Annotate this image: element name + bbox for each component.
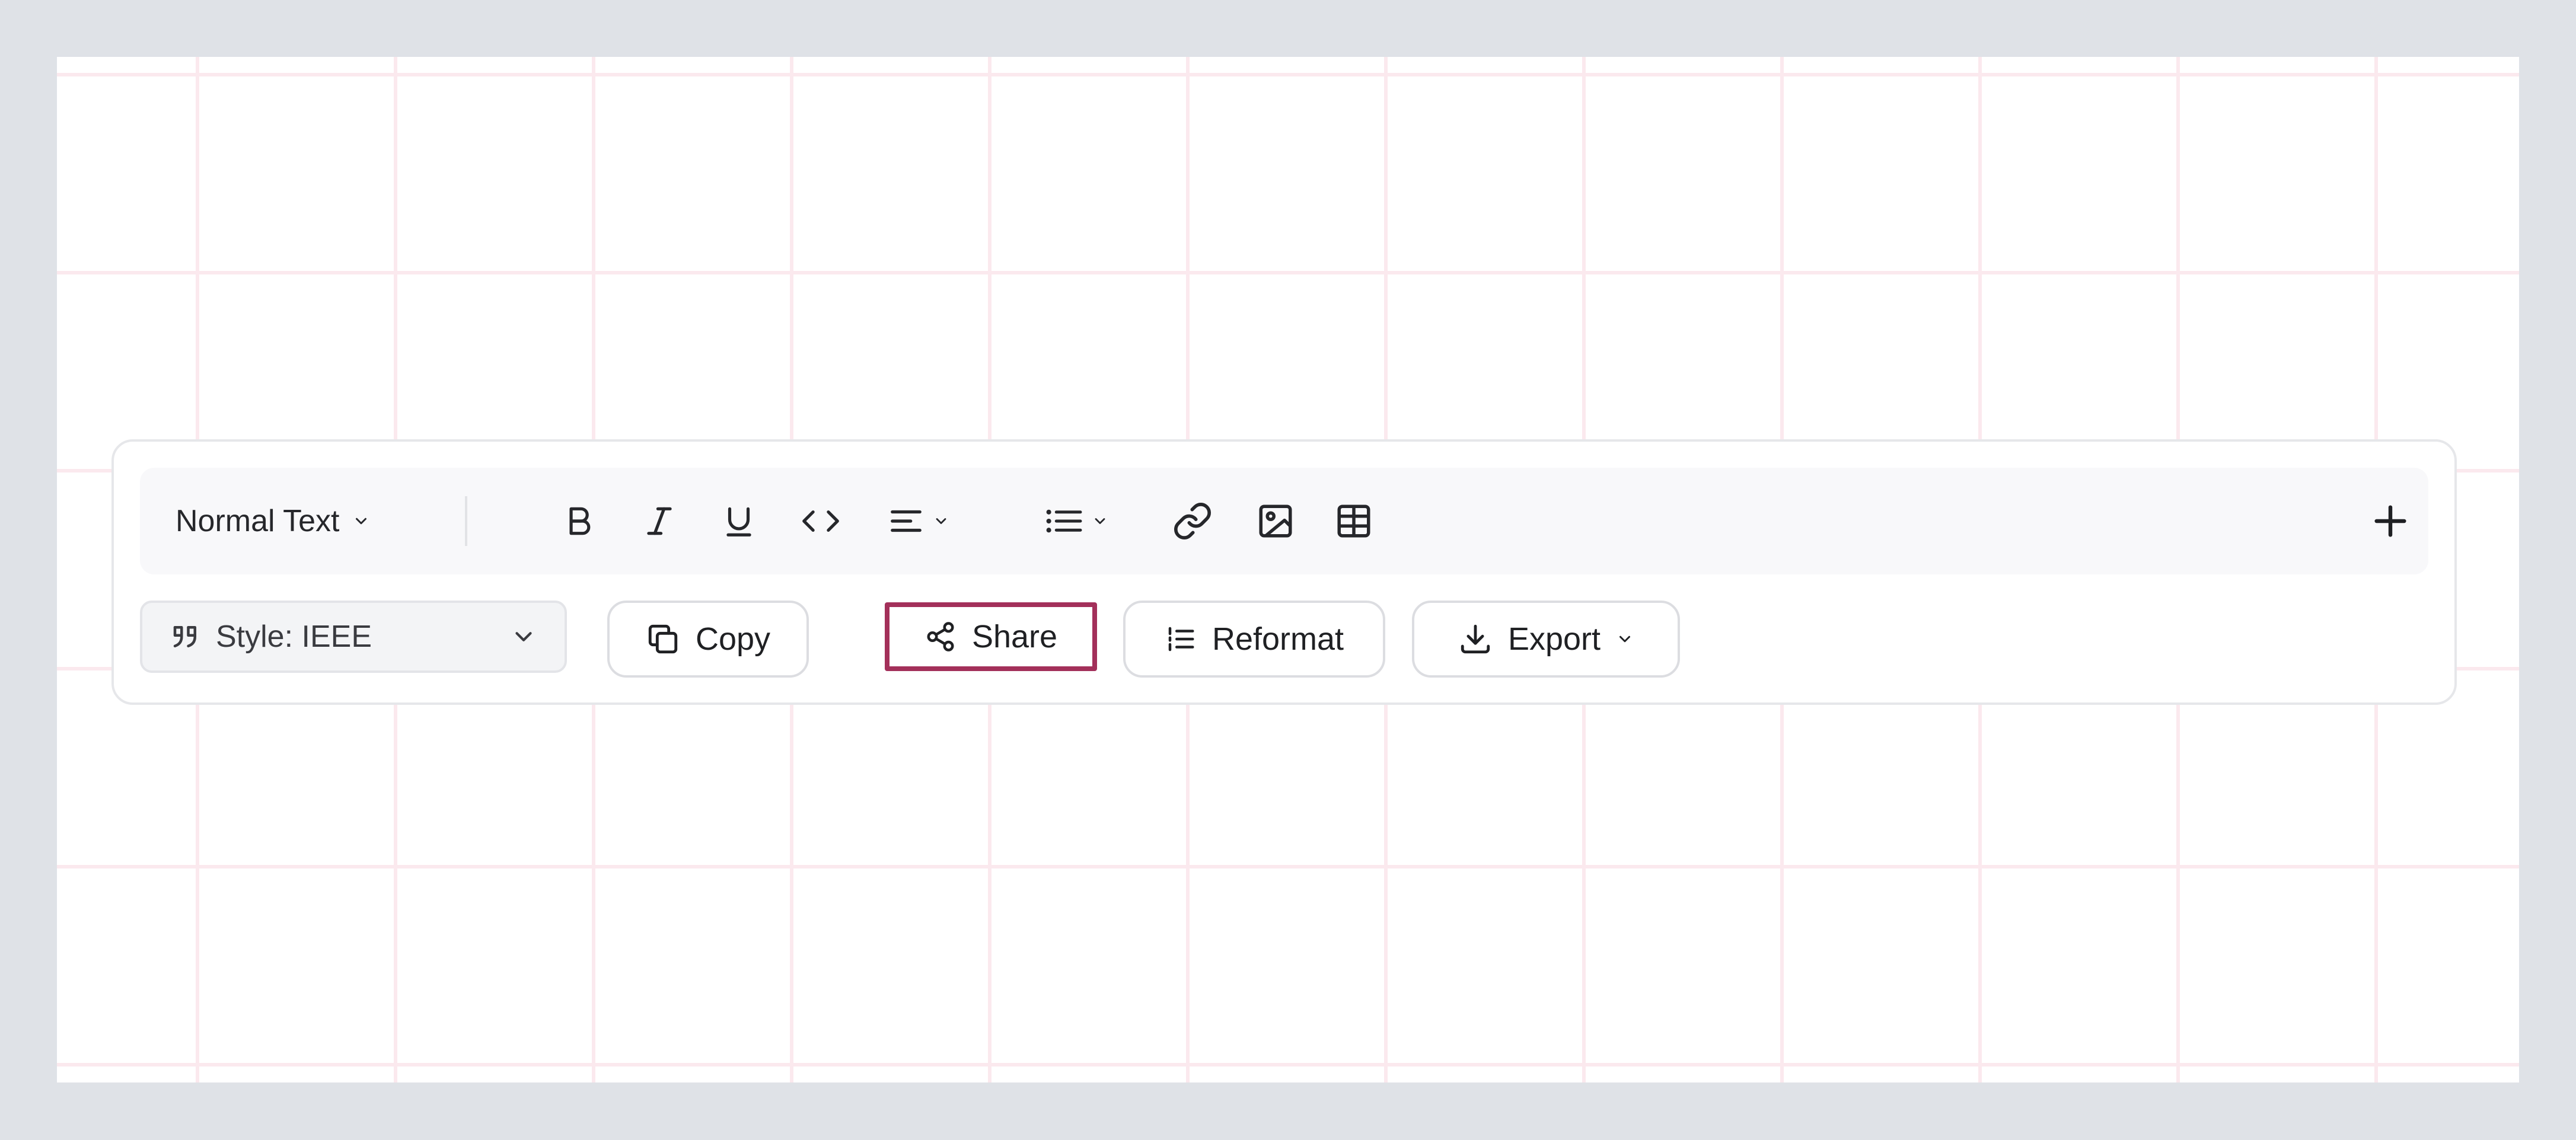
text-style-dropdown[interactable]: Normal Text [176, 468, 425, 574]
underline-icon [726, 507, 751, 537]
align-left-icon [891, 510, 922, 532]
citation-style-label: Style: IEEE [216, 620, 372, 654]
list-dropdown[interactable] [1032, 468, 1121, 574]
link-button[interactable] [1160, 468, 1225, 574]
link-icon [1174, 503, 1211, 539]
image-icon [1259, 504, 1292, 538]
copy-icon [648, 624, 678, 654]
editor-toolbar-panel: Normal Text Style: IEEE Copy Share Refor… [111, 439, 2457, 705]
formatting-toolbar: Normal Text [140, 468, 2428, 574]
bold-button[interactable] [549, 468, 608, 574]
quote-icon [173, 626, 196, 647]
code-icon [802, 510, 839, 532]
chevron-down-icon [356, 518, 367, 525]
export-button[interactable]: Export [1412, 601, 1680, 678]
share-label: Share [971, 619, 1058, 654]
copy-button[interactable]: Copy [607, 601, 809, 678]
chevron-down-icon [515, 632, 532, 641]
align-dropdown[interactable] [874, 468, 963, 574]
bullet-list-icon [1046, 509, 1082, 533]
code-button[interactable] [785, 468, 856, 574]
copy-label: Copy [695, 621, 771, 657]
chevron-down-icon [936, 518, 946, 524]
chevron-down-icon [1095, 518, 1105, 524]
add-button[interactable] [2358, 468, 2423, 574]
reformat-label: Reformat [1212, 621, 1344, 657]
download-icon [1461, 624, 1490, 654]
table-button[interactable] [1321, 468, 1386, 574]
numbered-list-icon [1168, 627, 1194, 652]
bold-icon [569, 507, 591, 535]
chevron-down-icon [1619, 636, 1631, 643]
underline-button[interactable] [709, 468, 769, 574]
share-button[interactable]: Share [885, 602, 1097, 671]
text-style-label: Normal Text [176, 504, 340, 538]
reformat-button[interactable]: Reformat [1123, 601, 1385, 678]
italic-icon [647, 507, 672, 535]
grid-canvas: Normal Text Style: IEEE Copy Share Refor… [57, 57, 2519, 1082]
image-button[interactable] [1243, 468, 1308, 574]
italic-button[interactable] [630, 468, 689, 574]
plus-icon [2374, 505, 2406, 537]
citation-style-select[interactable]: Style: IEEE [140, 601, 567, 673]
share-icon [927, 622, 954, 652]
toolbar-separator [465, 496, 467, 546]
table-icon [1337, 504, 1370, 538]
export-label: Export [1507, 621, 1601, 657]
